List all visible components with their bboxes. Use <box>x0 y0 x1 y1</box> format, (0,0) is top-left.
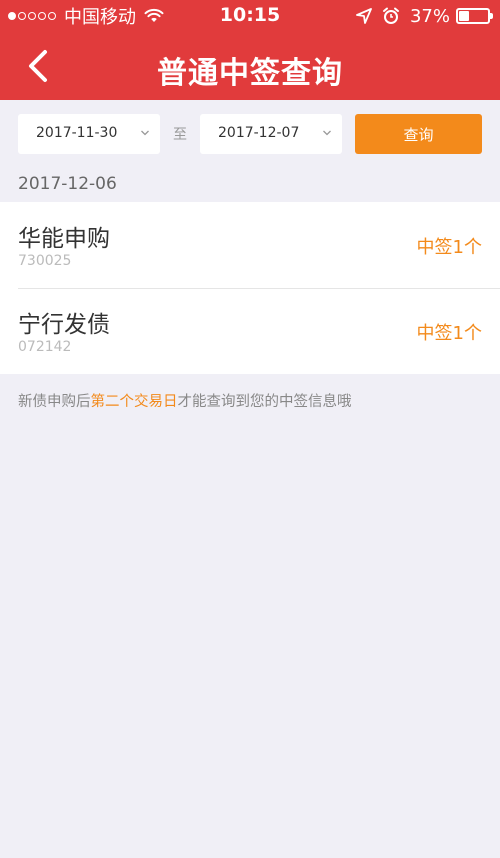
bond-code: 072142 <box>18 339 72 355</box>
end-date-select[interactable]: 2017-12-07 <box>200 114 342 154</box>
start-date-value: 2017-11-30 <box>36 125 118 141</box>
allotment-status: 中签1个 <box>416 323 482 344</box>
chevron-down-icon <box>323 130 331 136</box>
bond-name: 华能申购 <box>18 226 110 252</box>
battery-icon <box>456 8 493 24</box>
status-right: 37% <box>356 5 493 27</box>
app-header: 中国移动 10:15 37% 普通中签查询 <box>0 0 500 100</box>
query-button[interactable]: 查询 <box>355 114 482 154</box>
tip-suffix: 才能查询到您的中签信息哦 <box>177 394 352 410</box>
list-item[interactable]: 华能申购 730025 中签1个 <box>0 202 500 288</box>
result-list: 华能申购 730025 中签1个 宁行发债 072142 中签1个 <box>0 202 500 374</box>
date-range-separator: 至 <box>173 127 187 143</box>
bond-name: 宁行发债 <box>18 312 110 338</box>
status-bar: 中国移动 10:15 37% <box>0 0 500 32</box>
nav-bar: 普通中签查询 <box>0 32 500 100</box>
result-group-date: 2017-12-06 <box>18 174 117 194</box>
start-date-select[interactable]: 2017-11-30 <box>18 114 160 154</box>
chevron-down-icon <box>141 130 149 136</box>
battery-percent: 37% <box>409 5 450 27</box>
info-tip: 新债申购后第二个交易日才能查询到您的中签信息哦 <box>18 390 352 411</box>
location-arrow-icon <box>356 8 372 24</box>
list-item[interactable]: 宁行发债 072142 中签1个 <box>0 288 500 374</box>
battery-level-fill <box>459 11 470 21</box>
alarm-clock-icon <box>382 7 399 24</box>
tip-highlight: 第二个交易日 <box>90 394 178 410</box>
date-filter: 2017-11-30 至 2017-12-07 查询 <box>18 114 482 154</box>
bond-code: 730025 <box>18 253 72 269</box>
page-title: 普通中签查询 <box>157 56 343 91</box>
end-date-value: 2017-12-07 <box>218 125 300 141</box>
allotment-status: 中签1个 <box>416 237 482 258</box>
tip-prefix: 新债申购后 <box>18 394 91 410</box>
